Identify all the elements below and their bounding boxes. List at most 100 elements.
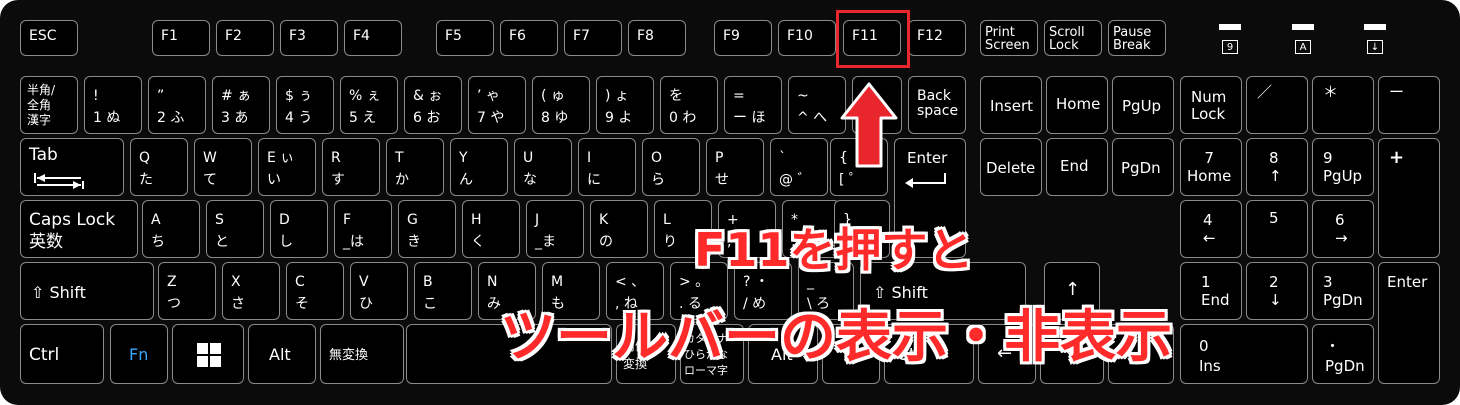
key-g[interactable]: Gき — [398, 200, 456, 258]
key-pause-break[interactable]: Pause Break — [1108, 20, 1166, 56]
key-left-ctrl[interactable]: Ctrl — [20, 324, 104, 384]
key-esc[interactable]: ESC — [20, 20, 78, 56]
key-label: ( ゅ8 ゆ — [541, 88, 569, 127]
key-windows[interactable] — [172, 324, 244, 384]
key-f9[interactable]: F9 — [714, 20, 772, 56]
enter-arrow-icon — [905, 173, 946, 188]
key-label: 無変換 — [329, 348, 369, 363]
key-f3[interactable]: F3 — [280, 20, 338, 56]
key-f4[interactable]: F4 — [344, 20, 402, 56]
key-num-2[interactable]: 2 ↓ — [1246, 262, 1308, 320]
key-b[interactable]: Bこ — [414, 262, 472, 320]
key-0[interactable]: を0 わ — [660, 76, 718, 134]
key-v[interactable]: Vひ — [350, 262, 408, 320]
key-7[interactable]: ’ ゃ7 や — [468, 76, 526, 134]
key-pgdn[interactable]: PgDn — [1112, 138, 1174, 196]
key-end[interactable]: End — [1046, 138, 1108, 196]
key-label: を0 わ — [669, 88, 697, 127]
key-i[interactable]: Iに — [578, 138, 636, 196]
key-num-9[interactable]: 9 PgUp — [1312, 138, 1374, 196]
key-z[interactable]: Zつ — [158, 262, 216, 320]
key-f12[interactable]: F12 — [908, 20, 966, 56]
key-label: $ ぅ4 う — [285, 88, 313, 127]
key-1[interactable]: ! 1 ぬ — [84, 76, 142, 134]
key-label: J _ま — [535, 212, 556, 251]
key-delete[interactable]: Delete — [980, 138, 1042, 196]
key-2[interactable]: ” 2 ふ — [148, 76, 206, 134]
key-minus[interactable]: = ー ほ — [724, 76, 782, 134]
key-a[interactable]: Aち — [142, 200, 200, 258]
key-k[interactable]: Kの — [590, 200, 648, 258]
key-label: # ぁ3 あ — [221, 88, 252, 127]
key-p[interactable]: Pせ — [706, 138, 764, 196]
key-d[interactable]: Dし — [270, 200, 328, 258]
key-5[interactable]: % ぇ5 え — [340, 76, 398, 134]
key-backspace[interactable]: Back space — [908, 76, 966, 134]
key-f[interactable]: F _は — [334, 200, 392, 258]
key-num-1[interactable]: 1 End — [1180, 262, 1242, 320]
key-f10[interactable]: F10 — [778, 20, 836, 56]
key-num-6[interactable]: 6 → — [1312, 200, 1374, 258]
key-muhenkan[interactable]: 無変換 — [320, 324, 404, 384]
key-num-minus[interactable]: ー — [1378, 76, 1440, 134]
key-o[interactable]: Oら — [642, 138, 700, 196]
key-w[interactable]: Wて — [194, 138, 252, 196]
key-caps-lock[interactable]: Caps Lock 英数 — [20, 200, 138, 258]
key-q[interactable]: Qた — [130, 138, 188, 196]
key-label: Delete — [986, 159, 1036, 177]
key-num-divide[interactable]: ／ — [1246, 76, 1308, 134]
key-label: Wて — [203, 150, 217, 189]
key-print-screen[interactable]: Print Screen — [980, 20, 1038, 56]
key-y[interactable]: Yん — [450, 138, 508, 196]
key-e[interactable]: E ぃい — [258, 138, 316, 196]
key-num-8[interactable]: 8 ↑ — [1246, 138, 1308, 196]
key-pgup[interactable]: PgUp — [1112, 76, 1174, 134]
key-hankaku-zenkaku[interactable]: 半角/全角 漢字 — [20, 76, 78, 134]
key-num-3[interactable]: 3 PgDn — [1312, 262, 1374, 320]
key-label: ” 2 ふ — [157, 88, 185, 127]
key-j[interactable]: J _ま — [526, 200, 584, 258]
key-f2[interactable]: F2 — [216, 20, 274, 56]
key-label: 0 Ins — [1199, 337, 1221, 375]
key-label: Ctrl — [29, 345, 60, 365]
key-t[interactable]: Tか — [386, 138, 444, 196]
key-3[interactable]: # ぁ3 あ — [212, 76, 270, 134]
key-insert[interactable]: Insert — [980, 76, 1042, 134]
key-c[interactable]: Cそ — [286, 262, 344, 320]
key-label: 7 Home — [1187, 149, 1232, 185]
key-scroll-lock[interactable]: Scroll Lock — [1044, 20, 1102, 56]
key-f5[interactable]: F5 — [436, 20, 494, 56]
key-num-7[interactable]: 7 Home — [1180, 138, 1242, 196]
key-num-0[interactable]: 0 Ins — [1180, 324, 1308, 384]
key-9[interactable]: ) ょ9 よ — [596, 76, 654, 134]
key-f8[interactable]: F8 — [628, 20, 686, 56]
key-8[interactable]: ( ゅ8 ゆ — [532, 76, 590, 134]
key-f7[interactable]: F7 — [564, 20, 622, 56]
key-6[interactable]: & ぉ6 お — [404, 76, 462, 134]
key-fn[interactable]: Fn — [110, 324, 168, 384]
key-u[interactable]: Uな — [514, 138, 572, 196]
key-h[interactable]: Hく — [462, 200, 520, 258]
key-left-shift[interactable]: ⇧ Shift — [20, 262, 154, 320]
key-num-plus[interactable]: + — [1378, 138, 1440, 258]
key-r[interactable]: Rす — [322, 138, 380, 196]
key-label: 4 ← — [1203, 211, 1216, 247]
key-x[interactable]: Xさ — [222, 262, 280, 320]
key-home[interactable]: Home — [1046, 76, 1108, 134]
key-label: F9 — [723, 28, 740, 44]
key-num-5[interactable]: 5 — [1246, 200, 1308, 258]
key-s[interactable]: Sと — [206, 200, 264, 258]
key-f1[interactable]: F1 — [152, 20, 210, 56]
key-num-enter[interactable]: Enter — [1378, 262, 1440, 384]
key-4[interactable]: $ ぅ4 う — [276, 76, 334, 134]
key-num-multiply[interactable]: ＊ — [1312, 76, 1374, 134]
key-left-alt[interactable]: Alt — [248, 324, 316, 384]
key-f6[interactable]: F6 — [500, 20, 558, 56]
key-label: Vひ — [359, 274, 373, 313]
key-tab[interactable]: Tab — [20, 138, 124, 196]
key-at[interactable]: ` @ ゛ — [770, 138, 828, 196]
key-num-4[interactable]: 4 ← — [1180, 200, 1242, 258]
key-num-lock[interactable]: Num Lock — [1180, 76, 1242, 134]
caption-line-2: ツールバーの表示・非表示 — [500, 305, 1172, 370]
key-num-decimal[interactable]: ・ PgDn — [1312, 324, 1374, 384]
